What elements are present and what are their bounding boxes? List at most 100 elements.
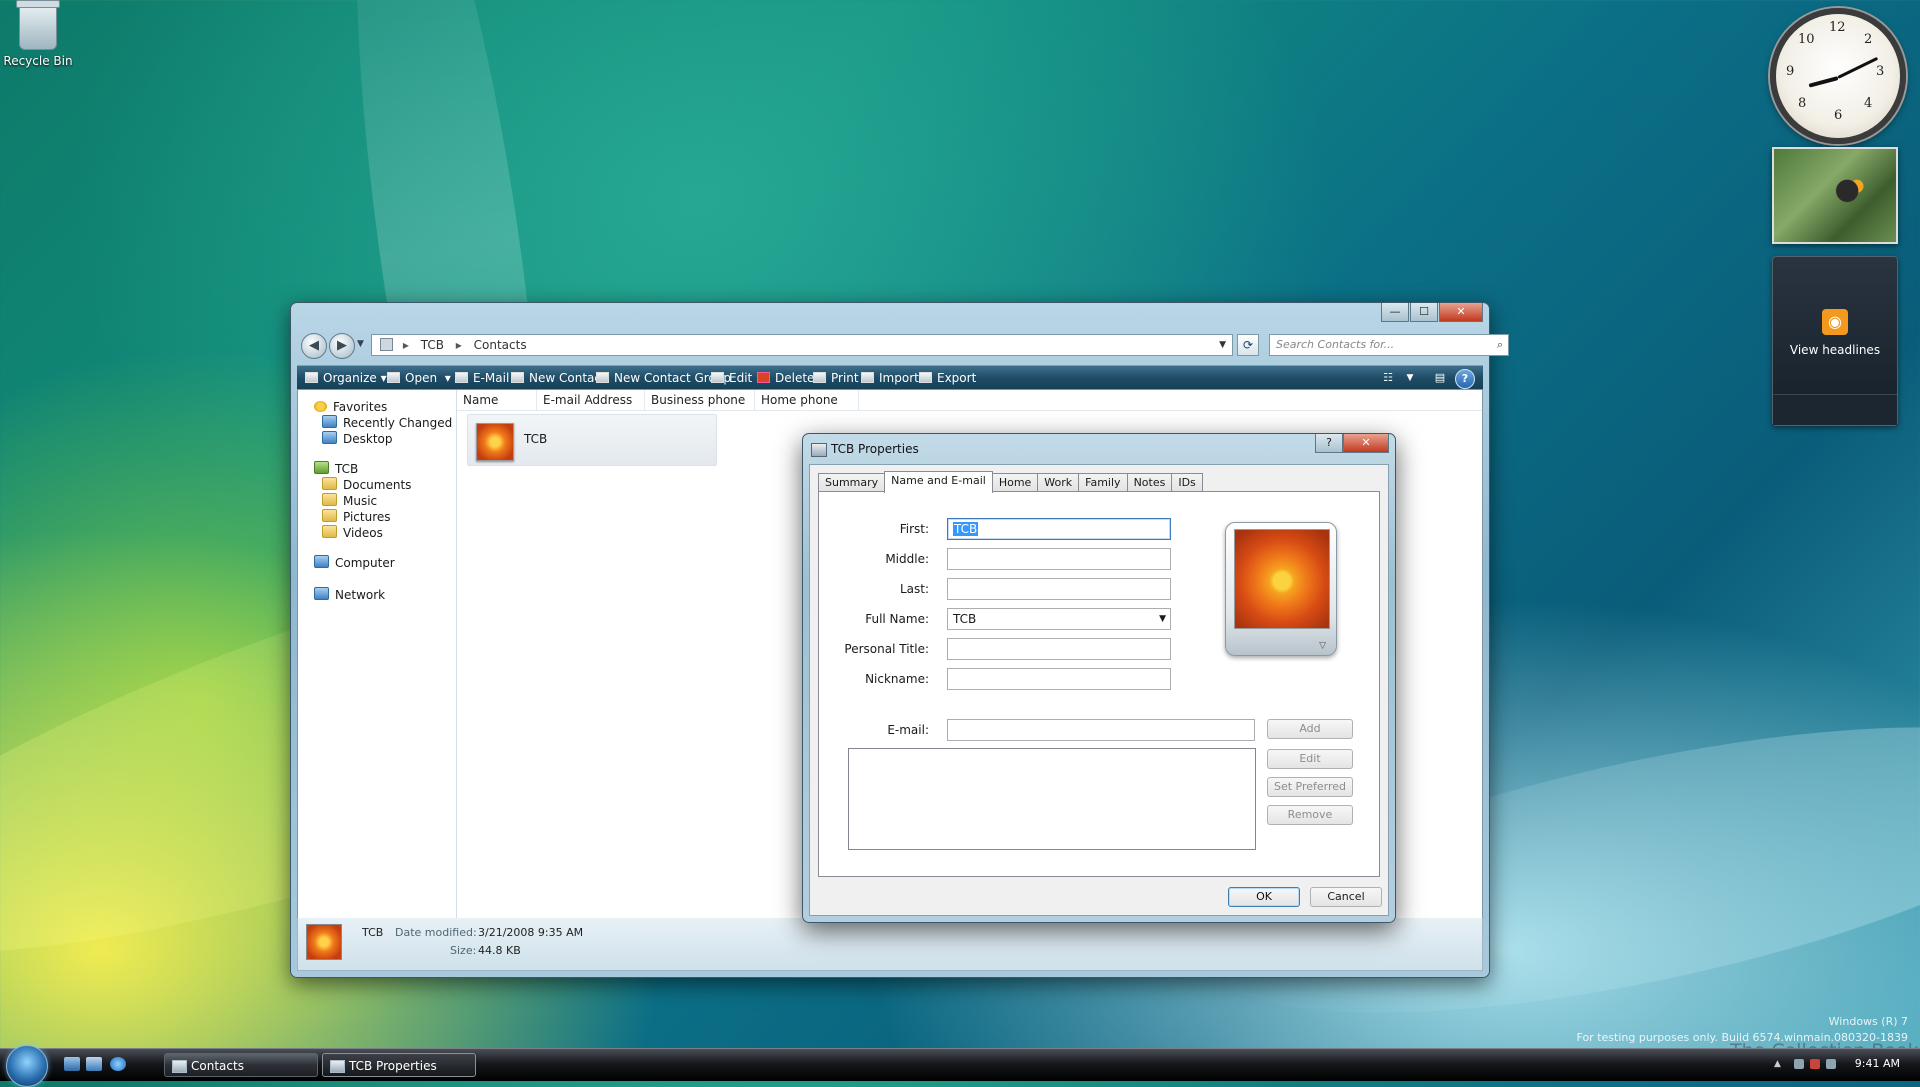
middle-name-field[interactable] bbox=[947, 548, 1171, 570]
new-contact-group-icon bbox=[596, 372, 609, 383]
internet-explorer-icon[interactable] bbox=[110, 1057, 126, 1071]
nav-network[interactable]: Network bbox=[314, 586, 385, 604]
show-desktop-icon[interactable] bbox=[64, 1057, 80, 1071]
taskbar-button-contacts[interactable]: Contacts bbox=[164, 1053, 318, 1077]
export-icon bbox=[919, 372, 932, 383]
address-bar[interactable]: ▸ TCB ▸ Contacts ▼ bbox=[371, 334, 1233, 356]
dialog-help-button[interactable]: ? bbox=[1315, 434, 1343, 453]
email-list[interactable] bbox=[848, 748, 1256, 850]
cancel-button[interactable]: Cancel bbox=[1310, 887, 1382, 907]
clock-numeral: 10 bbox=[1798, 32, 1815, 47]
tab-family[interactable]: Family bbox=[1078, 473, 1128, 492]
details-size-value: 44.8 KB bbox=[478, 944, 521, 957]
feed-headlines-gadget[interactable]: ◉ View headlines bbox=[1772, 256, 1898, 426]
layout-pane-icon[interactable]: ▤ bbox=[1431, 369, 1449, 387]
email-button[interactable]: E-Mail bbox=[455, 366, 509, 390]
column-name[interactable]: Name bbox=[457, 390, 537, 410]
delete-button[interactable]: Delete bbox=[757, 366, 814, 390]
network-tray-icon[interactable] bbox=[1794, 1059, 1804, 1069]
nickname-field[interactable] bbox=[947, 668, 1171, 690]
address-dropdown-icon[interactable]: ▼ bbox=[1219, 335, 1226, 356]
tab-ids[interactable]: IDs bbox=[1171, 473, 1203, 492]
nav-desktop[interactable]: Desktop bbox=[322, 430, 393, 448]
start-button[interactable] bbox=[6, 1045, 48, 1087]
breadcrumb-separator-icon: ▸ bbox=[402, 338, 409, 352]
dialog-body: Summary Name and E-mail Home Work Family… bbox=[809, 464, 1389, 916]
add-email-button[interactable]: Add bbox=[1267, 719, 1353, 739]
taskbar-button-tcb-properties[interactable]: TCB Properties bbox=[322, 1053, 476, 1077]
slideshow-gadget[interactable] bbox=[1772, 147, 1898, 244]
forward-button[interactable]: ▶ bbox=[329, 333, 355, 359]
clock-numeral: 12 bbox=[1829, 20, 1846, 35]
breadcrumb-tcb[interactable]: TCB bbox=[421, 338, 444, 352]
refresh-button[interactable]: ⟳ bbox=[1237, 334, 1259, 356]
organize-icon bbox=[305, 372, 318, 383]
security-tray-icon[interactable] bbox=[1810, 1059, 1820, 1069]
nav-videos-label: Videos bbox=[343, 526, 383, 540]
open-icon bbox=[387, 372, 400, 383]
tab-notes[interactable]: Notes bbox=[1126, 473, 1173, 492]
edit-button[interactable]: Edit bbox=[711, 366, 752, 390]
column-home-phone[interactable]: Home phone bbox=[755, 390, 859, 410]
dialog-close-button[interactable]: ✕ bbox=[1343, 434, 1389, 453]
nav-computer[interactable]: Computer bbox=[314, 554, 395, 572]
maximize-button[interactable]: ☐ bbox=[1410, 303, 1438, 322]
tray-arrow-icon[interactable]: ▲ bbox=[1774, 1059, 1784, 1069]
set-preferred-button[interactable]: Set Preferred bbox=[1267, 777, 1353, 797]
tab-name-and-email[interactable]: Name and E-mail bbox=[884, 471, 993, 493]
remove-email-button[interactable]: Remove bbox=[1267, 805, 1353, 825]
search-input[interactable]: Search Contacts for... ⌕ bbox=[1269, 334, 1509, 356]
personal-title-field[interactable] bbox=[947, 638, 1171, 660]
close-button[interactable]: ✕ bbox=[1439, 303, 1483, 322]
import-button[interactable]: Import bbox=[861, 366, 919, 390]
details-name: TCB bbox=[362, 926, 384, 939]
tray-clock[interactable]: 9:41 AM bbox=[1855, 1057, 1900, 1070]
print-icon bbox=[813, 372, 826, 383]
edit-email-button[interactable]: Edit bbox=[1267, 749, 1353, 769]
print-button[interactable]: Print bbox=[813, 366, 859, 390]
contact-picture[interactable]: ▽ bbox=[1225, 522, 1337, 656]
new-contact-button[interactable]: New Contact bbox=[511, 366, 606, 390]
nickname-label: Nickname: bbox=[865, 672, 929, 686]
open-button[interactable]: Open ▾ bbox=[387, 366, 451, 390]
last-name-field[interactable] bbox=[947, 578, 1171, 600]
minimize-button[interactable]: — bbox=[1381, 303, 1409, 322]
full-name-select[interactable]: TCB ▼ bbox=[947, 608, 1171, 630]
organize-button[interactable]: Organize ▾ bbox=[305, 366, 387, 390]
email-field[interactable] bbox=[947, 719, 1255, 741]
contact-item[interactable]: TCB bbox=[467, 414, 717, 466]
recycle-bin-desktop-icon[interactable]: Recycle Bin bbox=[2, 0, 74, 68]
tab-home[interactable]: Home bbox=[991, 473, 1039, 492]
breadcrumb-contacts[interactable]: Contacts bbox=[474, 338, 527, 352]
window-controls: — ☐ ✕ bbox=[1380, 303, 1483, 322]
help-icon[interactable]: ? bbox=[1455, 369, 1475, 389]
ok-button[interactable]: OK bbox=[1228, 887, 1300, 907]
column-business-phone[interactable]: Business phone bbox=[645, 390, 755, 410]
folder-icon bbox=[322, 477, 337, 490]
column-email-address[interactable]: E-mail Address bbox=[537, 390, 645, 410]
nav-favorites-label: Favorites bbox=[333, 400, 388, 414]
search-icon[interactable]: ⌕ bbox=[1497, 335, 1503, 355]
clock-gadget[interactable]: 12 2 3 4 6 8 9 10 bbox=[1770, 8, 1906, 144]
back-button[interactable]: ◀ bbox=[301, 333, 327, 359]
nav-videos[interactable]: Videos bbox=[322, 524, 383, 542]
recent-pages-dropdown[interactable]: ▼ bbox=[357, 339, 364, 349]
clock-numeral: 9 bbox=[1786, 64, 1795, 79]
first-name-value: TCB bbox=[953, 522, 979, 536]
chevron-down-icon[interactable]: ▽ bbox=[1319, 641, 1326, 651]
clock-numeral: 4 bbox=[1864, 96, 1873, 111]
export-button[interactable]: Export bbox=[919, 366, 976, 390]
views-dropdown-icon[interactable]: ▼ bbox=[1401, 369, 1419, 387]
nav-user-label: TCB bbox=[335, 462, 359, 476]
volume-tray-icon[interactable] bbox=[1826, 1059, 1836, 1069]
last-label: Last: bbox=[899, 582, 929, 596]
tab-work[interactable]: Work bbox=[1037, 473, 1080, 492]
switch-windows-icon[interactable] bbox=[86, 1057, 102, 1071]
tab-summary[interactable]: Summary bbox=[818, 473, 886, 492]
details-thumbnail bbox=[306, 924, 342, 960]
import-label: Import bbox=[879, 371, 919, 385]
middle-label: Middle: bbox=[885, 552, 929, 566]
folder-icon bbox=[322, 493, 337, 506]
views-icon[interactable]: ☷ bbox=[1379, 369, 1397, 387]
first-name-field[interactable]: TCB bbox=[947, 518, 1171, 540]
